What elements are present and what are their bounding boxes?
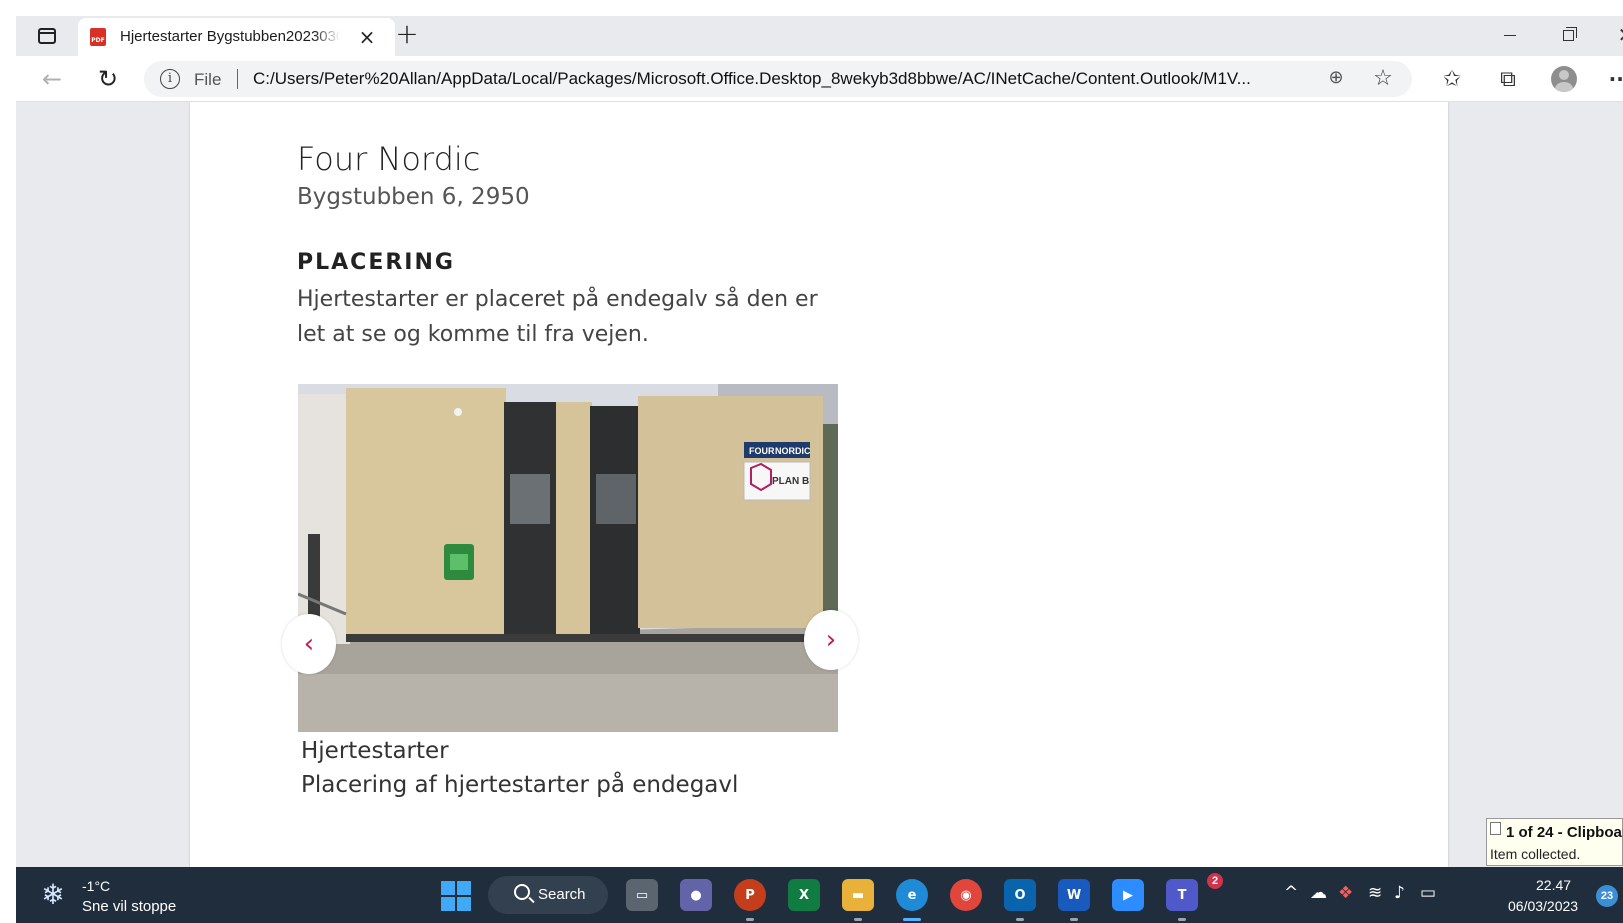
chat-icon[interactable]: ● (680, 879, 712, 911)
new-tab-icon[interactable]: + (392, 20, 422, 50)
wifi-icon[interactable]: ≋ (1368, 883, 1382, 903)
dropbox-icon[interactable]: ❖ (1338, 883, 1353, 903)
info-icon[interactable]: i (160, 69, 180, 89)
windows-start-icon[interactable] (441, 881, 471, 911)
powerpoint-icon[interactable]: P (734, 879, 766, 911)
tab-active[interactable]: PDF Hjertestarter Bygstubben20230306 × (78, 18, 395, 56)
notification-badge[interactable]: 23 (1596, 885, 1618, 907)
tab-actions-icon[interactable] (32, 22, 62, 50)
close-window-button[interactable]: ✕ (1604, 20, 1623, 50)
collections-icon[interactable]: ⧉ (1490, 62, 1526, 96)
chevron-left-icon: ‹ (303, 629, 315, 659)
document-title: Four Nordic (297, 140, 481, 178)
document-address: Bygstubben 6, 2950 (297, 184, 530, 210)
chrome-icon[interactable]: ◉ (950, 879, 982, 911)
favorites-icon[interactable]: ✩ (1434, 62, 1470, 96)
close-tab-icon[interactable]: × (356, 26, 378, 48)
more-icon[interactable]: ··· (1602, 62, 1623, 96)
active-indicator (903, 918, 921, 921)
tab-title: Hjertestarter Bygstubben20230306 (120, 28, 340, 45)
word-icon[interactable]: W (1058, 879, 1090, 911)
taskbar-search[interactable]: Search (488, 876, 608, 914)
sign-nordic: NORDIC (775, 446, 811, 456)
clipboard-toast[interactable]: 1 of 24 - Clipboard Item collected. (1486, 818, 1623, 866)
running-indicator (1016, 918, 1024, 921)
task-view-icon[interactable]: ▭ (626, 879, 658, 911)
excel-icon[interactable]: X (788, 879, 820, 911)
pdf-icon: PDF (90, 28, 106, 46)
weather-description[interactable]: Sne vil stoppe (82, 898, 176, 915)
onedrive-icon[interactable]: ☁ (1310, 883, 1327, 903)
clock-time[interactable]: 22.47 (1536, 877, 1571, 893)
search-icon (514, 884, 530, 900)
tab-strip: PDF Hjertestarter Bygstubben20230306 × +… (16, 16, 1623, 56)
screen: PDF Hjertestarter Bygstubben20230306 × +… (0, 0, 1623, 923)
browser-toolbar: ← ↻ i File C:/Users/Peter%20Allan/AppDat… (16, 56, 1623, 102)
address-bar[interactable]: i File C:/Users/Peter%20Allan/AppData/Lo… (144, 61, 1412, 97)
weather-temperature[interactable]: -1°C (82, 878, 110, 894)
chevron-right-icon: › (825, 625, 837, 655)
zoom-icon[interactable]: ⊕ (1324, 67, 1348, 91)
minimize-button[interactable] (1488, 20, 1532, 50)
snow-icon[interactable]: ❄ (38, 880, 68, 910)
outlook-icon[interactable]: O (1004, 879, 1036, 911)
clock-date[interactable]: 06/03/2023 (1508, 898, 1578, 914)
battery-icon[interactable]: ▭ (1420, 883, 1436, 903)
restore-button[interactable] (1546, 20, 1590, 50)
teams-badge: 2 (1207, 873, 1223, 889)
chevron-up-icon[interactable]: ^ (1284, 883, 1298, 903)
search-label: Search (538, 886, 586, 903)
building-photo: FOUR NORDIC PLAN B (298, 384, 838, 732)
section-text: Hjertestarter er placeret på endegalv så… (297, 287, 818, 347)
toast-message: Item collected. (1490, 846, 1581, 862)
back-arrow-icon[interactable]: ← (34, 62, 70, 96)
carousel-next-button[interactable]: › (804, 610, 858, 670)
running-indicator (1070, 918, 1078, 921)
clipboard-icon (1490, 822, 1501, 835)
sign-planb: PLAN B (772, 476, 809, 487)
pdf-viewer: Four Nordic Bygstubben 6, 2950 PLACERING… (16, 102, 1623, 867)
taskbar: ❄ -1°C Sne vil stoppe Search ▭ ● P X ▬ e… (16, 867, 1623, 923)
pdf-page: Four Nordic Bygstubben 6, 2950 PLACERING… (190, 102, 1448, 867)
running-indicator (854, 918, 862, 921)
running-indicator (746, 918, 754, 921)
caption-title: Hjertestarter (301, 738, 449, 764)
volume-icon[interactable]: ♪ (1394, 883, 1405, 903)
building-photo-graphic: FOUR NORDIC PLAN B (298, 384, 838, 732)
sign-four: FOUR (749, 446, 775, 456)
address-scheme: File (194, 70, 222, 89)
caption-text: Placering af hjertestarter på endegavl (301, 772, 739, 798)
running-indicator (1178, 918, 1186, 921)
edge-icon[interactable]: e (896, 879, 928, 911)
section-heading: PLACERING (297, 250, 455, 275)
teams-icon[interactable]: T (1166, 879, 1198, 911)
toast-title: 1 of 24 - Clipboard (1506, 824, 1623, 841)
reload-icon[interactable]: ↻ (90, 62, 126, 96)
star-plus-icon[interactable]: ☆ (1370, 66, 1396, 92)
address-separator (237, 69, 238, 89)
url-text[interactable]: C:/Users/Peter%20Allan/AppData/Local/Pac… (253, 69, 1273, 89)
carousel-prev-button[interactable]: ‹ (282, 614, 336, 674)
profile-icon[interactable] (1546, 62, 1582, 96)
zoom-app-icon[interactable]: ▶ (1112, 879, 1144, 911)
file-explorer-icon[interactable]: ▬ (842, 879, 874, 911)
